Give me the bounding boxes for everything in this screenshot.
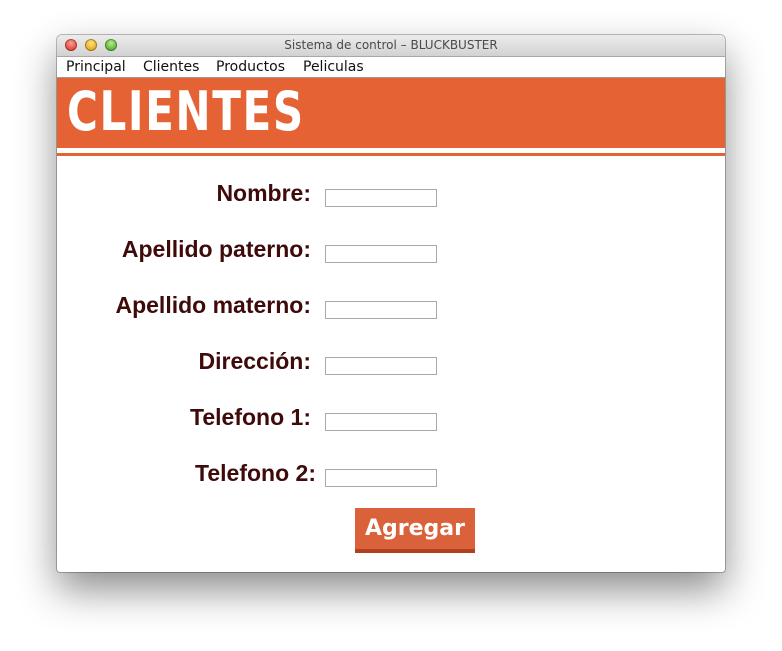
menu-item-principal[interactable]: Principal xyxy=(66,59,126,75)
nombre-field[interactable] xyxy=(325,189,437,207)
menu-item-peliculas[interactable]: Peliculas xyxy=(303,59,364,75)
page-title: CLIENTES xyxy=(67,80,305,143)
telefono-2-field[interactable] xyxy=(325,469,437,487)
apellido-materno-field[interactable] xyxy=(325,301,437,319)
agregar-button[interactable]: Agregar xyxy=(355,508,475,553)
telefono-2-label: Telefono 2: xyxy=(195,460,316,486)
telefono-1-label: Telefono 1: xyxy=(190,404,311,430)
menu-bar: Principal Clientes Productos Peliculas xyxy=(57,57,725,78)
menu-item-productos[interactable]: Productos xyxy=(216,59,285,75)
app-window: Sistema de control – BLUCKBUSTER Princip… xyxy=(57,35,725,572)
banner-underline xyxy=(57,153,725,156)
menu-item-clientes[interactable]: Clientes xyxy=(143,59,199,75)
direccion-label: Dirección: xyxy=(198,348,311,374)
header-banner: CLIENTES xyxy=(57,78,725,148)
direccion-field[interactable] xyxy=(325,357,437,375)
nombre-label: Nombre: xyxy=(216,180,311,206)
telefono-1-field[interactable] xyxy=(325,413,437,431)
title-bar[interactable]: Sistema de control – BLUCKBUSTER xyxy=(57,35,725,57)
window-title: Sistema de control – BLUCKBUSTER xyxy=(284,38,498,52)
apellido-paterno-field[interactable] xyxy=(325,245,437,263)
apellido-materno-label: Apellido materno: xyxy=(115,292,311,318)
apellido-paterno-label: Apellido paterno: xyxy=(121,236,311,262)
